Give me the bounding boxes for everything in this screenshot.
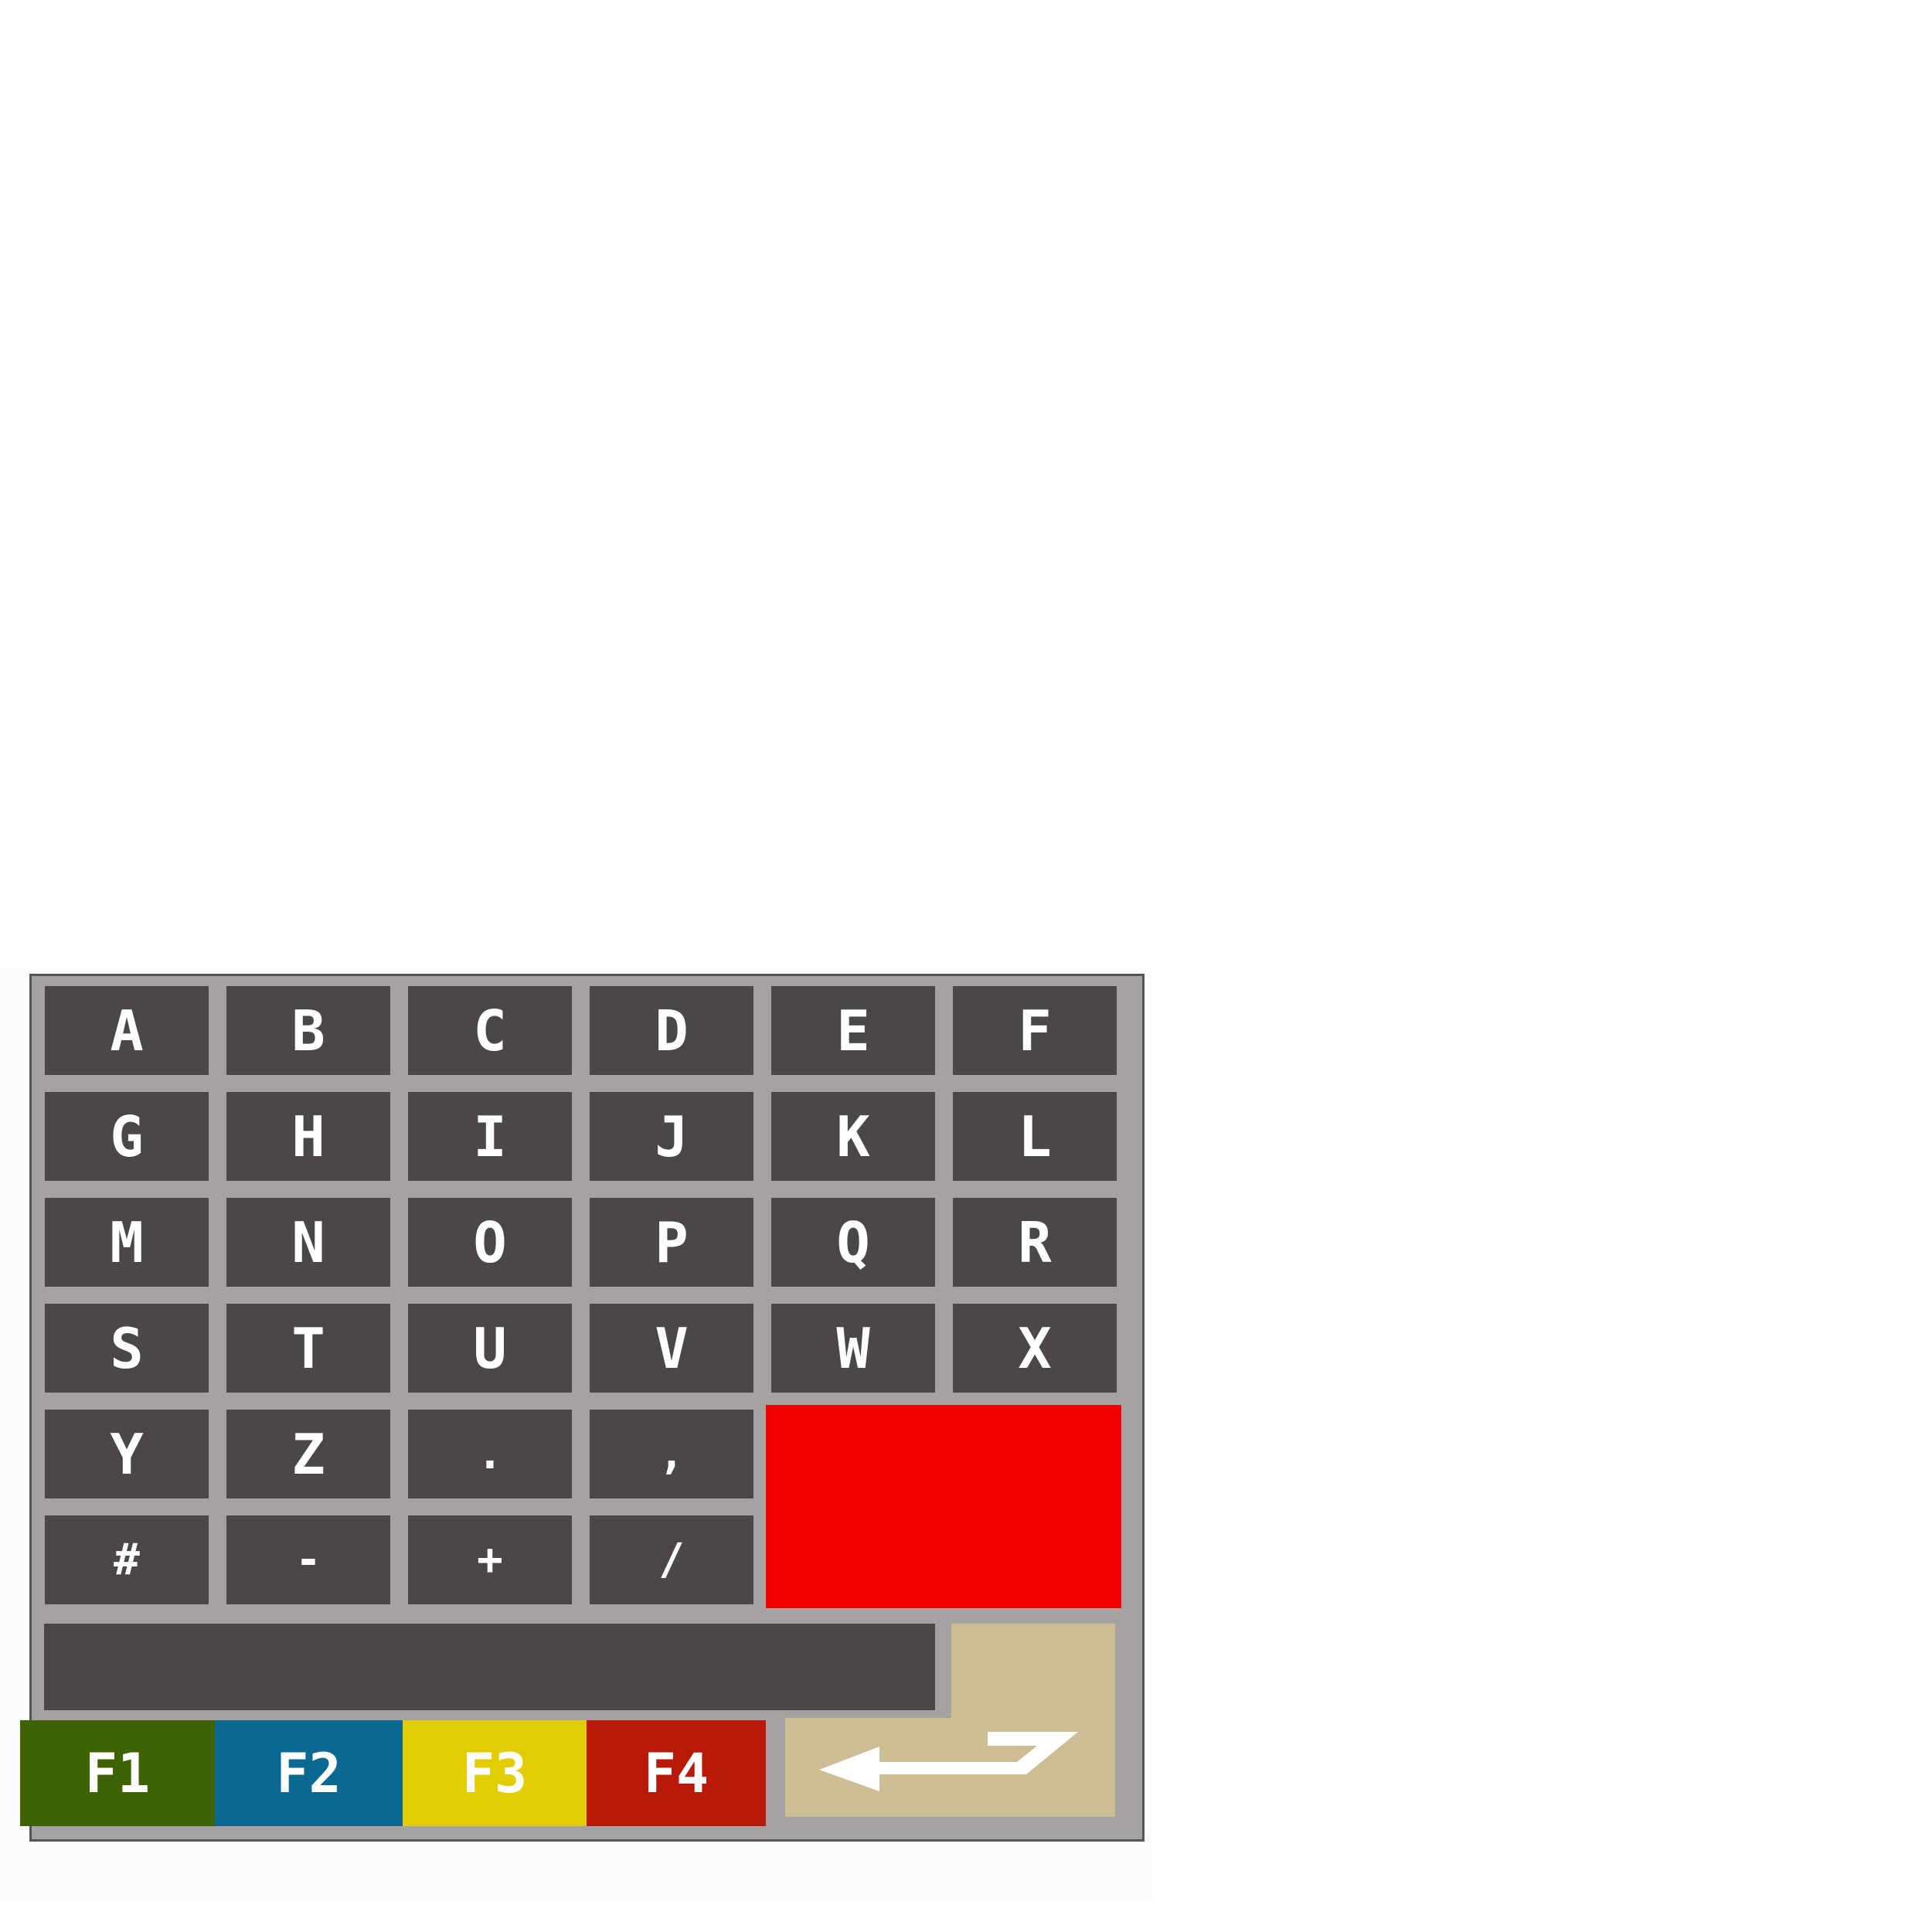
key-t[interactable]: T xyxy=(226,1304,390,1393)
key-z[interactable]: Z xyxy=(226,1410,390,1498)
key-c[interactable]: C xyxy=(408,986,572,1075)
key-f[interactable]: F xyxy=(953,986,1117,1075)
key-hash[interactable]: # xyxy=(45,1515,209,1604)
key-y[interactable]: Y xyxy=(45,1410,209,1498)
key-m[interactable]: M xyxy=(45,1198,209,1287)
key-b[interactable]: B xyxy=(226,986,390,1075)
key-comma[interactable]: , xyxy=(590,1410,753,1498)
key-minus[interactable]: - xyxy=(226,1515,390,1604)
key-w[interactable]: W xyxy=(771,1304,935,1393)
key-a[interactable]: A xyxy=(45,986,209,1075)
f1-key[interactable]: F1 xyxy=(20,1720,215,1826)
f4-key[interactable]: F4 xyxy=(587,1720,766,1826)
key-k[interactable]: K xyxy=(771,1092,935,1181)
key-period[interactable]: . xyxy=(408,1410,572,1498)
key-v[interactable]: V xyxy=(590,1304,753,1393)
key-h[interactable]: H xyxy=(226,1092,390,1181)
key-n[interactable]: N xyxy=(226,1198,390,1287)
f3-key[interactable]: F3 xyxy=(403,1720,587,1826)
key-x[interactable]: X xyxy=(953,1304,1117,1393)
key-j[interactable]: J xyxy=(590,1092,753,1181)
key-p[interactable]: P xyxy=(590,1198,753,1287)
screen: A B C D E F G H I J K L M N O P Q R S T … xyxy=(0,0,1932,1932)
key-g[interactable]: G xyxy=(45,1092,209,1181)
key-d[interactable]: D xyxy=(590,986,753,1075)
key-i[interactable]: I xyxy=(408,1092,572,1181)
key-s[interactable]: S xyxy=(45,1304,209,1393)
key-e[interactable]: E xyxy=(771,986,935,1075)
key-plus[interactable]: + xyxy=(408,1515,572,1604)
key-slash[interactable]: / xyxy=(590,1515,753,1604)
enter-return-arrow-icon xyxy=(819,1732,1078,1791)
space-key[interactable] xyxy=(44,1624,935,1710)
key-o[interactable]: O xyxy=(408,1198,572,1287)
key-u[interactable]: U xyxy=(408,1304,572,1393)
key-r[interactable]: R xyxy=(953,1198,1117,1287)
key-l[interactable]: L xyxy=(953,1092,1117,1181)
cancel-key[interactable] xyxy=(766,1405,1121,1608)
keypad-panel: A B C D E F G H I J K L M N O P Q R S T … xyxy=(29,974,1145,1842)
key-q[interactable]: Q xyxy=(771,1198,935,1287)
f2-key[interactable]: F2 xyxy=(215,1720,403,1826)
